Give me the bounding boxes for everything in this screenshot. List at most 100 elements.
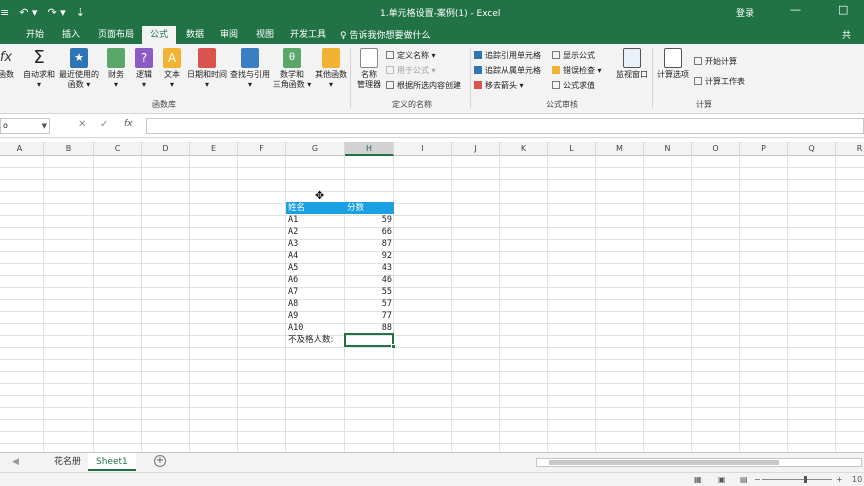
recently-used-button[interactable]: ★ 最近使用的 函数 ▾	[58, 48, 100, 90]
define-name-button[interactable]: 定义名称 ▾	[386, 50, 436, 61]
tab-view[interactable]: 视图	[248, 26, 282, 44]
trace-dependents-button[interactable]: 追踪从属单元格	[474, 65, 541, 76]
insert-function-button[interactable]: fx 函数	[0, 48, 16, 80]
scroll-left-icon[interactable]: ◀	[4, 453, 27, 471]
score-cell[interactable]: 66	[345, 226, 394, 238]
create-from-selection-button[interactable]: 根据所选内容创建	[386, 80, 461, 91]
column-header-h[interactable]: H	[345, 142, 394, 156]
use-in-formula-button[interactable]: 用于公式 ▾	[386, 65, 436, 76]
login-link[interactable]: 登录	[736, 6, 754, 19]
header-cell-score[interactable]: 分数	[345, 202, 394, 214]
column-header-d[interactable]: D	[142, 142, 190, 156]
column-header-n[interactable]: N	[644, 142, 692, 156]
financial-button[interactable]: 财务 ▾	[104, 48, 128, 90]
calculate-sheet-button[interactable]: 计算工作表	[694, 76, 745, 87]
name-box[interactable]: o ▼	[0, 118, 50, 134]
remove-arrows-button[interactable]: 移去箭头 ▾	[474, 80, 524, 91]
column-header-i[interactable]: I	[394, 142, 452, 156]
column-header-q[interactable]: Q	[788, 142, 836, 156]
zoom-slider[interactable]	[762, 476, 832, 483]
score-cell[interactable]: 87	[345, 238, 394, 250]
autosum-button[interactable]: Σ 自动求和 ▾	[22, 48, 56, 90]
logical-button[interactable]: ? 逻辑 ▾	[132, 48, 156, 90]
sheet-tab-sheet1[interactable]: Sheet1	[88, 453, 136, 471]
worksheet-grid[interactable]: 姓名 分数 A1 59 A2 66 A3 87 A4 92 A5 43 A6 46 A7 55 A8 57 A9 77…	[0, 156, 864, 452]
more-functions-button[interactable]: 其他函数 ▾	[314, 48, 348, 90]
tab-page-layout[interactable]: 页面布局	[90, 26, 142, 44]
name-cell[interactable]: A9	[286, 310, 345, 322]
column-header-f[interactable]: F	[238, 142, 286, 156]
customize-qat-icon[interactable]: ⇣	[76, 6, 85, 19]
name-cell[interactable]: A4	[286, 250, 345, 262]
score-cell[interactable]: 43	[345, 262, 394, 274]
undo-icon[interactable]: ↶ ▾	[19, 6, 37, 19]
name-cell[interactable]: A2	[286, 226, 345, 238]
scrollbar-thumb[interactable]	[549, 460, 779, 465]
column-header-l[interactable]: L	[548, 142, 596, 156]
sheet-tab-roster[interactable]: 花名册	[46, 453, 89, 471]
score-cell[interactable]: 77	[345, 310, 394, 322]
zoom-slider-knob[interactable]	[804, 476, 807, 483]
score-cell[interactable]: 59	[345, 214, 394, 226]
watch-window-button[interactable]: 监视窗口	[614, 48, 650, 80]
column-header-c[interactable]: C	[94, 142, 142, 156]
score-cell[interactable]: 57	[345, 298, 394, 310]
formula-input[interactable]	[146, 118, 864, 134]
score-cell[interactable]: 92	[345, 250, 394, 262]
fill-handle[interactable]	[391, 344, 396, 349]
column-header-p[interactable]: P	[740, 142, 788, 156]
save-icon[interactable]: ≡	[0, 6, 9, 19]
tab-insert[interactable]: 插入	[54, 26, 88, 44]
enter-icon[interactable]: ✓	[100, 119, 108, 130]
column-header-e[interactable]: E	[190, 142, 238, 156]
column-header-o[interactable]: O	[692, 142, 740, 156]
cancel-icon[interactable]: ✕	[78, 119, 86, 130]
chevron-down-icon[interactable]: ▼	[42, 119, 47, 133]
add-sheet-button[interactable]: +	[154, 455, 166, 467]
name-cell[interactable]: A5	[286, 262, 345, 274]
column-header-r[interactable]: R	[836, 142, 864, 156]
maximize-button[interactable]: □	[838, 3, 848, 16]
name-cell[interactable]: A10	[286, 322, 345, 334]
column-header-j[interactable]: J	[452, 142, 500, 156]
redo-icon[interactable]: ↷ ▾	[47, 6, 65, 19]
trace-precedents-button[interactable]: 追踪引用单元格	[474, 50, 541, 61]
score-cell[interactable]: 55	[345, 286, 394, 298]
calculate-now-button[interactable]: 开始计算	[694, 56, 737, 67]
normal-view-icon[interactable]: ▦	[694, 475, 702, 484]
score-cell[interactable]: 46	[345, 274, 394, 286]
name-cell[interactable]: A8	[286, 298, 345, 310]
name-cell[interactable]: A6	[286, 274, 345, 286]
name-cell[interactable]: A3	[286, 238, 345, 250]
insert-function-icon[interactable]: fx	[124, 119, 133, 129]
name-cell[interactable]: A1	[286, 214, 345, 226]
page-break-view-icon[interactable]: ▤	[740, 475, 748, 484]
name-cell[interactable]: A7	[286, 286, 345, 298]
tell-me-search[interactable]: ♀ 告诉我你想要做什么	[340, 28, 430, 41]
evaluate-formula-button[interactable]: 公式求值	[552, 80, 595, 91]
fail-count-label[interactable]: 不及格人数:	[286, 334, 345, 346]
share-button[interactable]: 共	[842, 28, 851, 41]
lookup-reference-button[interactable]: 查找与引用 ▾	[230, 48, 270, 90]
name-manager-button[interactable]: 名称 管理器	[354, 48, 384, 90]
math-trig-button[interactable]: θ 数学和 三角函数 ▾	[272, 48, 312, 90]
header-cell-name[interactable]: 姓名	[286, 202, 345, 214]
date-time-button[interactable]: 日期和时间 ▾	[186, 48, 228, 90]
column-header-m[interactable]: M	[596, 142, 644, 156]
horizontal-scrollbar[interactable]	[536, 458, 862, 467]
tab-formulas[interactable]: 公式	[142, 26, 177, 44]
tab-review[interactable]: 审阅	[212, 26, 246, 44]
active-cell-selection[interactable]	[344, 333, 396, 349]
zoom-in-icon[interactable]: +	[836, 475, 843, 484]
column-header-g[interactable]: G	[286, 142, 345, 156]
column-header-a[interactable]: A	[0, 142, 44, 156]
tab-developer[interactable]: 开发工具	[282, 26, 334, 44]
page-layout-view-icon[interactable]: ▣	[718, 475, 726, 484]
calculation-options-button[interactable]: 计算选项	[656, 48, 690, 80]
tab-data[interactable]: 数据	[178, 26, 212, 44]
tab-home[interactable]: 开始	[18, 26, 52, 44]
text-button[interactable]: A 文本 ▾	[160, 48, 184, 90]
show-formulas-button[interactable]: 显示公式	[552, 50, 595, 61]
zoom-out-icon[interactable]: −	[754, 475, 761, 484]
column-header-k[interactable]: K	[500, 142, 548, 156]
